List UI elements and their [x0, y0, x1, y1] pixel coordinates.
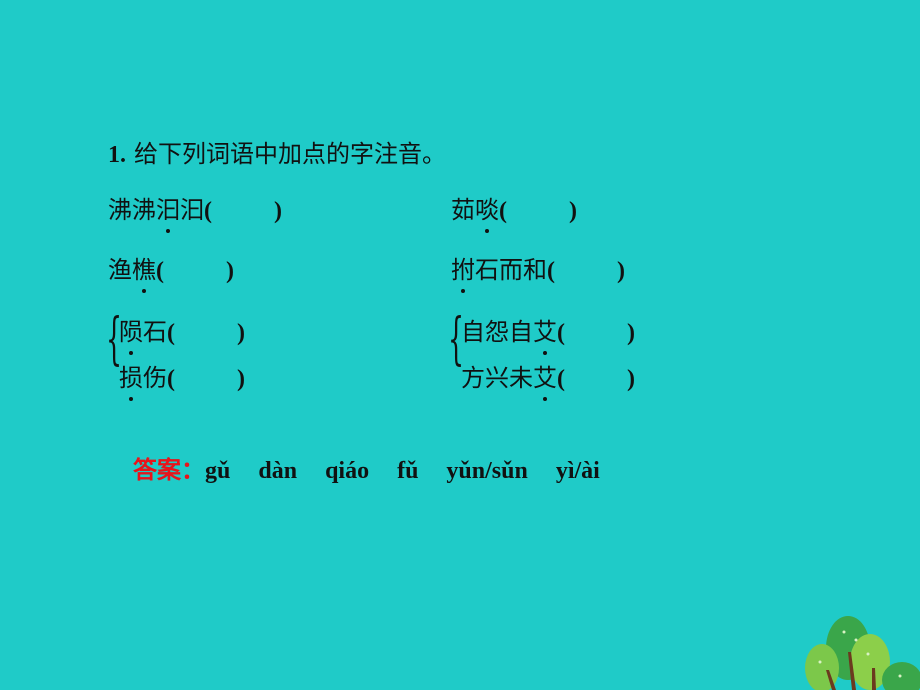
- item-text: 汩: [180, 196, 204, 224]
- open-paren: (: [204, 198, 212, 224]
- open-paren: (: [167, 366, 175, 392]
- dotted-char: 汩: [156, 196, 180, 233]
- close-paren: ): [226, 258, 234, 284]
- item-text: 沸沸: [108, 196, 156, 224]
- close-paren: ): [237, 366, 245, 392]
- item-fu-shi-er-he: 拊石而和(): [451, 255, 625, 293]
- item-sun-shang: 损伤(): [119, 363, 245, 401]
- item-ru-dan: 茹啖(): [451, 195, 577, 233]
- close-paren: ): [627, 320, 635, 346]
- item-text: 石: [143, 318, 167, 346]
- item-text: 方兴未: [461, 364, 533, 392]
- dotted-char: 樵: [132, 256, 156, 293]
- answer-pinyin: yǔn/sǔn: [446, 458, 528, 484]
- answer-pinyin: fǔ: [397, 458, 419, 484]
- question-prompt: 给下列词语中加点的字注音。: [134, 140, 446, 168]
- item-text: 渔: [108, 256, 132, 284]
- open-paren: (: [557, 366, 565, 392]
- open-paren: (: [557, 320, 565, 346]
- dotted-char: 艾: [533, 318, 557, 355]
- item-text: 自怨自: [461, 318, 533, 346]
- answer-line: 答案：gǔ dàn qiáo fǔ yǔn/sǔn yì/ài: [133, 450, 628, 485]
- question-number: 1.: [108, 142, 126, 168]
- item-fei-fei-gu-gu: 沸沸汩汩(): [108, 195, 282, 233]
- answer-pinyin: qiáo: [325, 458, 370, 484]
- item-text: 石而和: [475, 256, 547, 284]
- question-title: 1. 给下列词语中加点的字注音。: [108, 134, 446, 169]
- open-paren: (: [156, 258, 164, 284]
- close-paren: ): [617, 258, 625, 284]
- close-paren: ): [237, 320, 245, 346]
- close-paren: ): [627, 366, 635, 392]
- dotted-char: 损: [119, 364, 143, 401]
- item-zi-yuan-zi-ai: 自怨自艾(): [461, 317, 635, 355]
- open-paren: (: [547, 258, 555, 284]
- answer-pinyin: dàn: [258, 458, 298, 484]
- item-fang-xing-wei-ai: 方兴未艾(): [461, 363, 635, 401]
- dotted-char: 啖: [475, 196, 499, 233]
- answer-pinyin: gǔ: [205, 458, 231, 484]
- slide: 1. 给下列词语中加点的字注音。 沸沸汩汩() 茹啖() 渔樵() 拊石而和() …: [0, 0, 920, 690]
- dotted-char: 陨: [119, 318, 143, 355]
- item-text: 茹: [451, 196, 475, 224]
- item-text: 伤: [143, 364, 167, 392]
- open-paren: (: [499, 198, 507, 224]
- close-paren: ): [274, 198, 282, 224]
- item-yu-qiao: 渔樵(): [108, 255, 234, 293]
- open-paren: (: [167, 320, 175, 346]
- answer-label: 答案：: [133, 456, 205, 484]
- dotted-char: 拊: [451, 256, 475, 293]
- item-yun-shi: 陨石(): [119, 317, 245, 355]
- trees-decoration-icon: [805, 616, 920, 690]
- dotted-char: 艾: [533, 364, 557, 401]
- close-paren: ): [569, 198, 577, 224]
- answer-pinyin: yì/ài: [555, 458, 600, 484]
